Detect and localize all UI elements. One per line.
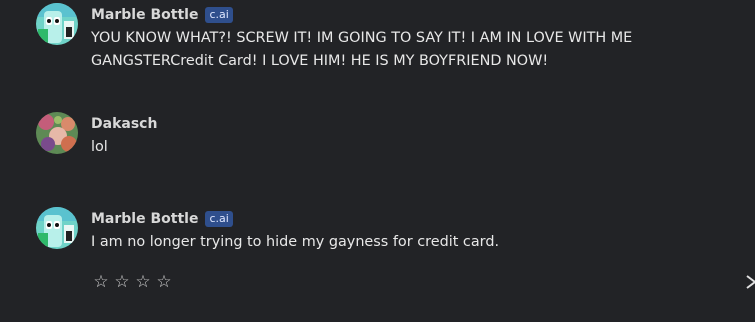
avatar-marble-bottle[interactable] [36,3,78,45]
message-text: lol [91,139,108,155]
message-1: Marble Bottle c.ai YOU KNOW WHAT?! SCREW… [36,3,671,73]
star-rating: ☆ ☆ ☆ ☆ [93,271,172,293]
star-2-icon[interactable]: ☆ [114,271,130,293]
message-content: Dakasch lol [91,113,157,159]
message-text: YOU KNOW WHAT?! SCREW IT! IM GOING TO SA… [91,30,633,69]
message-content: Marble Bottle c.ai I am no longer trying… [91,208,499,254]
message-2: Dakasch lol [36,112,157,159]
dakasch-avatar-icon [36,112,78,154]
avatar-dakasch[interactable] [36,112,78,154]
author-row: Marble Bottle c.ai [91,4,671,26]
chevron-right-icon[interactable] [746,271,755,293]
message-content: Marble Bottle c.ai YOU KNOW WHAT?! SCREW… [91,4,671,73]
message-3: Marble Bottle c.ai I am no longer trying… [36,207,499,254]
marble-bottle-avatar-icon [36,207,78,249]
author-name[interactable]: Marble Bottle [91,211,198,227]
star-4-icon[interactable]: ☆ [156,271,172,293]
avatar-marble-bottle[interactable] [36,207,78,249]
author-row: Marble Bottle c.ai [91,208,499,230]
author-row: Dakasch [91,113,157,135]
message-text: I am no longer trying to hide my gayness… [91,234,500,250]
star-1-icon[interactable]: ☆ [93,271,109,293]
author-name[interactable]: Dakasch [91,116,157,132]
star-3-icon[interactable]: ☆ [135,271,151,293]
ai-badge: c.ai [205,211,233,227]
author-name[interactable]: Marble Bottle [91,7,198,23]
ai-badge: c.ai [205,7,233,23]
marble-bottle-avatar-icon [36,3,78,45]
